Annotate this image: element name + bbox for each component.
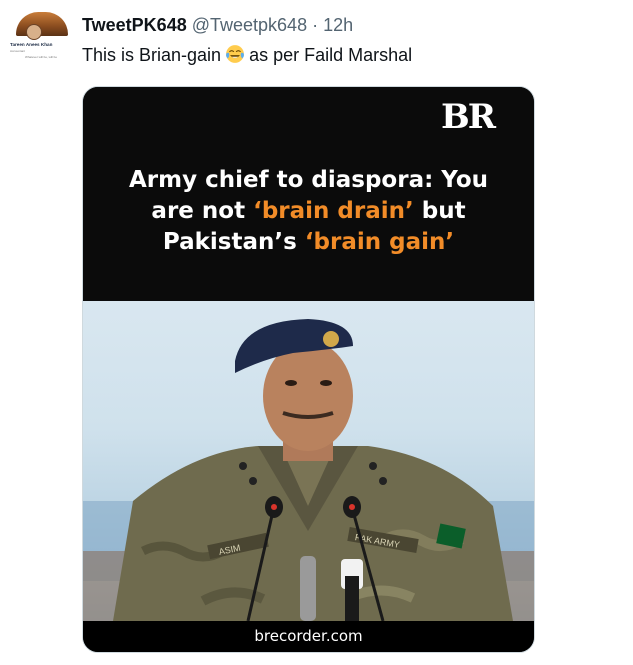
source-bar: brecorder.com [83, 621, 534, 652]
avatar-subtitle: Accountant [10, 49, 26, 53]
photo-army-chief: ASIM PAK ARMY [83, 301, 534, 621]
avatar-face [26, 24, 42, 40]
headline-line-2: are not ‘brain drain’ but [151, 198, 466, 224]
tweet-text-before: This is Brian-gain [82, 45, 222, 65]
avatar-quote: Whatever will be, will be [24, 55, 57, 59]
avatar-name: Tareen Anees Khan [10, 42, 53, 47]
headline: Army chief to diaspora: You are not ‘bra… [83, 165, 534, 258]
headline-line-3: Pakistan’s ‘brain gain’ [162, 229, 455, 255]
tweet-text-after: as per Faild Marshal [249, 45, 413, 65]
tweet-text: This is Brian-gain as per Faild Marshal [82, 44, 412, 66]
br-logo: BR [441, 97, 496, 137]
avatar[interactable]: Tareen Anees Khan Accountant Whatever wi… [8, 10, 70, 66]
tweet[interactable]: Tareen Anees Khan Accountant Whatever wi… [0, 0, 633, 665]
headline-line-1: Army chief to diaspora: You [128, 167, 489, 193]
tears-of-joy-emoji-icon [226, 45, 245, 63]
army-chief-illustration: ASIM PAK ARMY [83, 319, 534, 621]
tweet-header: TweetPK648 @Tweetpk648 · 12h [82, 14, 353, 36]
timestamp[interactable]: 12h [323, 15, 353, 35]
headline-panel: BR Army chief to diaspora: You are not ‘… [83, 87, 534, 301]
headline-highlight-brain-drain: ‘brain drain’ [253, 198, 414, 224]
separator-dot: · [312, 15, 319, 35]
avatar-banner [16, 12, 68, 36]
headline-highlight-brain-gain: ‘brain gain’ [304, 229, 455, 255]
media-image[interactable]: BR Army chief to diaspora: You are not ‘… [82, 86, 535, 653]
source-url: brecorder.com [254, 627, 363, 645]
display-name[interactable]: TweetPK648 [82, 15, 187, 35]
handle[interactable]: @Tweetpk648 [192, 15, 307, 35]
